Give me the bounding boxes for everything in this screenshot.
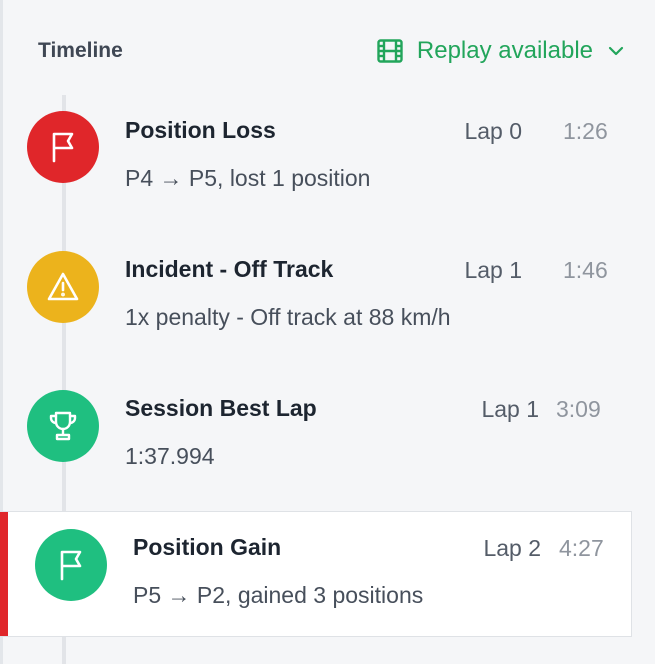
selected-indicator (0, 512, 8, 636)
event-icon-circle (27, 111, 99, 183)
timeline-event[interactable]: Incident - Off Track Lap 1 1:46 1x penal… (0, 237, 632, 365)
event-icon-circle (27, 390, 99, 462)
event-lap: Lap 2 (483, 535, 541, 561)
event-title: Session Best Lap (125, 395, 317, 421)
event-time: 1:26 (563, 118, 608, 144)
event-time: 4:27 (559, 535, 604, 561)
timeline-title: Timeline (38, 39, 123, 62)
replay-dropdown[interactable]: Replay available (377, 37, 625, 65)
event-lap: Lap 1 (481, 396, 539, 422)
event-icon-circle (27, 251, 99, 323)
replay-label: Replay available (416, 37, 593, 64)
event-detail: 1:37.994 (125, 443, 215, 469)
event-title: Incident - Off Track (125, 256, 334, 282)
timeline-event[interactable]: Position Loss Lap 0 1:26 P4 → P5, lost 1… (0, 98, 632, 226)
trophy-icon (49, 411, 77, 441)
timeline-event[interactable]: Session Best Lap Lap 1 3:09 1:37.994 (0, 376, 632, 504)
timeline-event-selected[interactable]: Position Gain Lap 2 4:27 P5 → P2, gained… (0, 511, 632, 637)
event-lap: Lap 1 (464, 257, 522, 283)
chevron-down-icon (608, 46, 624, 56)
flag-icon (52, 132, 74, 163)
event-detail: 1x penalty - Off track at 88 km/h (125, 304, 451, 330)
event-title: Position Gain (133, 534, 282, 560)
timeline-header: Timeline Replay available (38, 30, 625, 72)
event-icon-circle (35, 529, 107, 601)
event-time: 1:46 (563, 257, 608, 283)
event-detail: P4 → P5, lost 1 position (125, 165, 371, 191)
film-icon (377, 39, 403, 63)
event-title: Position Loss (125, 117, 276, 143)
event-lap: Lap 0 (464, 118, 522, 144)
event-time: 3:09 (556, 396, 601, 422)
event-detail: P5 → P2, gained 3 positions (133, 582, 424, 608)
warning-icon (47, 272, 79, 301)
flag-icon (60, 550, 82, 581)
